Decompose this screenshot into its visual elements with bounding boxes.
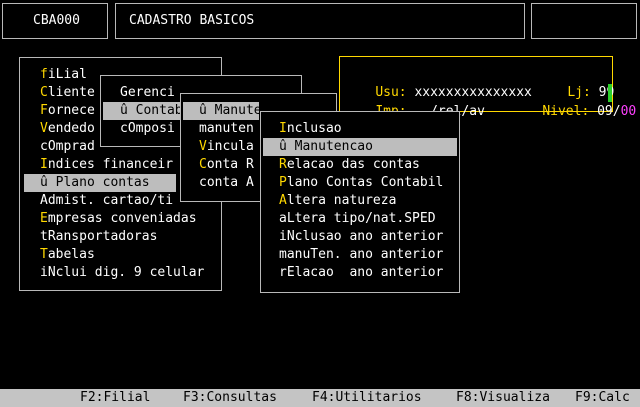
contabil-menu-item-label: onta R: [206, 157, 254, 172]
main-menu-item[interactable]: tRansportadoras: [40, 228, 157, 246]
plano-menu-item-label: cOmposi: [120, 121, 175, 136]
nivel-label: Nivel:: [542, 104, 590, 119]
nivel-value: 09/: [597, 104, 621, 119]
main-menu-item-hotkey: F: [40, 103, 48, 118]
main-menu-item[interactable]: fiLial: [40, 66, 87, 84]
main-menu-item[interactable]: Cliente: [40, 84, 95, 102]
screen-title-box: CADASTRO BASICOS: [115, 3, 525, 39]
main-menu-item-hotkey: I: [40, 157, 48, 172]
manutencao-menu-item[interactable]: Plano Contas Contabil: [279, 174, 443, 192]
manutencao-menu-item[interactable]: Altera natureza: [279, 192, 396, 210]
program-code-box: CBA000: [2, 3, 108, 39]
main-menu-item-label: cOmprad: [40, 139, 95, 154]
manutencao-menu-item-label: û Manutencao: [279, 139, 373, 154]
main-menu-item-label: Admist. cartao/ti: [40, 193, 174, 208]
main-menu-item[interactable]: Fornece: [40, 102, 95, 120]
contabil-menu-item-hotkey: V: [199, 139, 207, 154]
main-menu-item-label: liente: [47, 85, 95, 100]
manutencao-menu-item-hotkey: A: [279, 193, 287, 208]
contabil-menu-item-label: û Manuten: [199, 103, 270, 118]
main-menu-item[interactable]: iNclui dig. 9 celular: [40, 264, 204, 282]
manutencao-menu-item-label: aLtera tipo/nat.SPED: [279, 211, 436, 226]
main-menu-item-label: mpresas conveniadas: [47, 211, 197, 226]
manutencao-menu-item[interactable]: aLtera tipo/nat.SPED: [279, 210, 436, 228]
contabil-menu-item-label: conta A: [199, 175, 254, 190]
manutencao-menu-item[interactable]: rElacao ano anterior: [279, 264, 443, 282]
manutencao-menu-item-label: ltera natureza: [286, 193, 397, 208]
main-menu-item-label: abelas: [47, 247, 95, 262]
fkey-f2-filial[interactable]: F2:Filial: [80, 389, 150, 407]
text-cursor: [608, 84, 612, 102]
contabil-menu-item-hotkey: C: [199, 157, 207, 172]
manutencao-menu-item-hotkey: P: [279, 175, 287, 190]
manutencao-menu-item[interactable]: Relacao das contas: [279, 156, 420, 174]
main-menu-item-label: ndices financeir: [47, 157, 174, 172]
manutencao-submenu: Inclusao û Manutencao Relacao das contas Pl…: [260, 111, 460, 293]
contabil-menu-item[interactable]: Conta R: [199, 156, 254, 174]
header-right-box: [531, 3, 637, 39]
main-menu-item-hotkey: E: [40, 211, 48, 226]
main-menu-item[interactable]: Indices financeir: [40, 156, 173, 174]
plano-menu-item-label: Gerenci: [120, 85, 175, 100]
manutencao-menu-item-label: elacao das contas: [286, 157, 420, 172]
plano-menu-item[interactable]: Gerenci: [120, 84, 175, 102]
contabil-menu-item[interactable]: Vincula: [199, 138, 254, 156]
manutencao-menu-item[interactable]: iNclusao ano anterior: [279, 228, 443, 246]
manutencao-menu-item-hotkey: I: [279, 121, 287, 136]
manutencao-menu-item-label: iNclusao ano anterior: [279, 229, 444, 244]
main-menu-item-hotkey: C: [40, 85, 48, 100]
main-menu-item-hotkey: f: [40, 67, 48, 82]
contabil-menu-item[interactable]: manuten: [199, 120, 254, 138]
fkey-f8-visualiza[interactable]: F8:Visualiza: [456, 389, 550, 407]
main-menu-item[interactable]: cOmprad: [40, 138, 95, 156]
fkey-f4-utilitarios[interactable]: F4:Utilitarios: [312, 389, 422, 407]
plano-menu-item[interactable]: cOmposi: [120, 120, 175, 138]
manutencao-menu-item[interactable]: manuTen. ano anterior: [279, 246, 443, 264]
main-menu-item-label: û Plano contas: [40, 175, 150, 190]
manutencao-menu-item-label: rElacao ano anterior: [279, 265, 444, 280]
main-menu-item-label: tRansportadoras: [40, 229, 158, 244]
manutencao-menu-item[interactable]: û Manutencao: [263, 138, 457, 156]
manutencao-menu-item-hotkey: R: [279, 157, 287, 172]
nivel-value-current: 00: [620, 104, 637, 119]
function-key-bar: F2:Filial F3:Consultas F4:Utilitarios F8…: [0, 389, 640, 407]
manutencao-menu-item[interactable]: Inclusao: [279, 120, 342, 138]
contabil-menu-item-label: incula: [206, 139, 254, 154]
manutencao-menu-item-label: manuTen. ano anterior: [279, 247, 444, 262]
main-menu-item[interactable]: Admist. cartao/ti: [40, 192, 173, 210]
user-info-panel: Usu: xxxxxxxxxxxxxxx Lj: 99 Imp: ../rel/…: [339, 56, 636, 119]
main-menu-item[interactable]: Tabelas: [40, 246, 95, 264]
main-menu-item-label: endedo: [47, 121, 95, 136]
program-code: CBA000: [33, 13, 80, 28]
main-menu-item-hotkey: T: [40, 247, 48, 262]
main-menu-item[interactable]: Empresas conveniadas: [40, 210, 197, 228]
manutencao-menu-item-label: lano Contas Contabil: [286, 175, 444, 190]
screen-title: CADASTRO BASICOS: [129, 13, 255, 28]
contabil-menu-item[interactable]: û Manuten: [183, 102, 269, 120]
main-menu-item-label: iNclui dig. 9 celular: [40, 265, 205, 280]
contabil-menu-item[interactable]: conta A: [199, 174, 254, 192]
main-menu-item[interactable]: û Plano contas: [24, 174, 176, 192]
main-menu-item[interactable]: Vendedo: [40, 120, 95, 138]
main-menu-item-label: iLial: [47, 67, 87, 82]
plano-menu-item[interactable]: û Contabi: [103, 102, 190, 120]
main-menu-item-label: ornece: [47, 103, 95, 118]
manutencao-menu-item-label: nclusao: [286, 121, 342, 136]
contabil-menu-item-label: manuten: [199, 121, 254, 136]
fkey-f9-calc[interactable]: F9:Calc: [575, 389, 630, 407]
fkey-f3-consultas[interactable]: F3:Consultas: [183, 389, 277, 407]
main-menu-item-hotkey: V: [40, 121, 48, 136]
